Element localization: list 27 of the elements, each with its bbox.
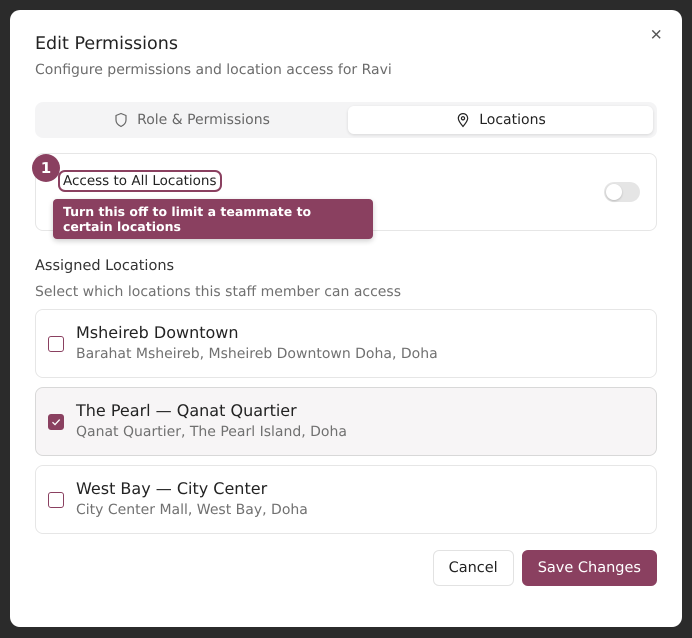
step-badge: 1 (32, 154, 60, 182)
tooltip: Turn this off to limit a teammate to certain locations (53, 199, 373, 239)
location-item[interactable]: Msheireb Downtown Barahat Msheireb, Msheireb Downtown Doha, Doha (35, 309, 657, 378)
location-address: Barahat Msheireb, Msheireb Downtown Doha, Doha (76, 345, 438, 364)
tab[interactable]: Locations (348, 106, 653, 134)
shield-icon (113, 112, 130, 128)
checkbox[interactable] (48, 414, 64, 430)
location-name: The Pearl — Qanat Quartier (76, 401, 298, 421)
access-label: Access to All Locations (58, 170, 222, 192)
tab[interactable]: Role & Permissions (39, 106, 344, 134)
checkbox[interactable] (48, 492, 64, 508)
section-description: Select which locations this staff member can access (35, 284, 402, 300)
section-title: Assigned Locations (35, 258, 176, 274)
cancel-button[interactable]: Cancel (432, 550, 514, 586)
location-address: Qanat Quartier, The Pearl Island, Doha (76, 423, 347, 442)
location-item[interactable]: The Pearl — Qanat Quartier Qanat Quartier, The Pearl Island, Doha (35, 387, 657, 456)
location-address: City Center Mall, West Bay, Doha (76, 501, 308, 520)
close-button[interactable]: × (646, 24, 666, 46)
location-name: West Bay — City Center (76, 479, 268, 499)
location-item[interactable]: West Bay — City Center City Center Mall, West Bay, Doha (35, 465, 657, 534)
access-toggle[interactable] (604, 182, 640, 202)
save-button[interactable]: Save Changes (522, 550, 657, 586)
dialog-title: Edit Permissions (35, 33, 179, 56)
map-pin-icon (455, 112, 472, 128)
dialog-subtitle: Configure permissions and location access for Ravi (35, 61, 393, 80)
checkbox[interactable] (48, 336, 64, 352)
location-name: Msheireb Downtown (76, 323, 240, 343)
